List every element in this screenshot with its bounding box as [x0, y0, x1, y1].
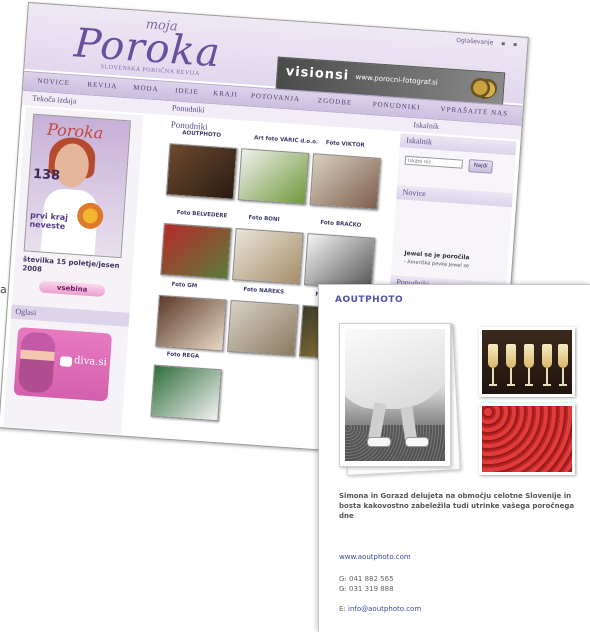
nav-item-revija[interactable]: REVIJA	[87, 80, 118, 90]
provider-name[interactable]: AOUTPHOTO	[182, 130, 221, 139]
banner-brand: visionsi	[285, 64, 350, 84]
provider-name[interactable]: Art foto VARIĆ d.o.o.	[254, 135, 318, 145]
heart-icon	[59, 356, 73, 367]
glass-shape	[524, 344, 534, 388]
glass-shape	[558, 344, 568, 388]
provider-name[interactable]: Foto REGA	[167, 352, 200, 360]
nav-item-vprasajte[interactable]: VPRAŠAJTE NAS	[440, 105, 508, 118]
providers-heading: Ponudniki	[171, 103, 206, 115]
magazine-cover[interactable]: Poroka 138 prvi kraj neveste	[23, 113, 131, 259]
gravel-shape	[345, 425, 445, 461]
email-label: E:	[339, 605, 346, 613]
provider-thumbnail[interactable]	[165, 143, 238, 200]
nav-item-novice[interactable]: NOVICE	[37, 77, 70, 87]
ad-text: diva.si	[73, 355, 108, 369]
provider-thumbnail[interactable]	[237, 148, 310, 205]
provider-description: Simona in Gorazd delujeta na območju cel…	[339, 492, 575, 520]
champagne-glasses-photo[interactable]	[479, 327, 575, 397]
provider-title: AOUTPHOTO	[335, 295, 404, 305]
email-line: E: info@aoutphoto.com	[339, 605, 421, 613]
provider-thumbnail[interactable]	[227, 299, 299, 357]
main-photo[interactable]	[339, 323, 461, 476]
search-button[interactable]: Najdi	[468, 159, 494, 174]
provider-thumbnail[interactable]	[232, 228, 304, 285]
cover-bouquet	[76, 201, 105, 230]
nav-item-kraji[interactable]: KRAJI	[213, 89, 238, 99]
flag-en-icon[interactable]: ▪	[513, 41, 518, 48]
provider-name[interactable]: Foto BONI	[248, 215, 279, 223]
glass-shape	[506, 344, 516, 388]
provider-name[interactable]: Foto GM	[171, 282, 197, 290]
cover-text: prvi kraj neveste	[29, 210, 69, 232]
provider-thumbnail[interactable]	[160, 223, 232, 280]
nav-item-ponudniki[interactable]: PONUDNIKI	[372, 100, 420, 111]
bride-feet-photo	[345, 329, 445, 461]
website-link[interactable]: www.aoutphoto.com	[339, 553, 411, 561]
provider-name[interactable]: Foto BRAČKO	[320, 220, 361, 229]
provider-thumbnail[interactable]	[150, 364, 222, 422]
shoe-shape	[367, 437, 391, 447]
nav-item-zgodbe[interactable]: ZGODBE	[318, 96, 353, 106]
rings-icon	[468, 76, 498, 100]
glass-shape	[542, 344, 552, 388]
diva-ad[interactable]: diva.si	[13, 327, 113, 402]
search-heading: Iskalnik	[413, 120, 440, 131]
cover-number: 138	[32, 166, 61, 184]
provider-name[interactable]: Foto BELVEDERE	[176, 210, 227, 220]
email-link[interactable]: info@aoutphoto.com	[348, 605, 421, 613]
flag-si-icon[interactable]: ▪	[501, 40, 506, 47]
ad-girl-illustration	[17, 331, 56, 394]
strawberries-photo[interactable]	[479, 403, 575, 475]
provider-thumbnail[interactable]	[309, 153, 381, 210]
photo-stack-front	[339, 323, 451, 467]
shoe-shape	[405, 437, 429, 447]
gown-shape	[345, 329, 445, 409]
banner-url: www.porocni-fotograf.si	[355, 73, 439, 87]
provider-thumbnail[interactable]	[155, 294, 227, 352]
phone-2: G: 031 319 888	[339, 585, 394, 593]
provider-detail-card: AOUTPHOTO Simona in Gorazd delujeta na o…	[318, 284, 590, 632]
nav-item-moda[interactable]: MODA	[133, 84, 159, 94]
provider-thumbnail[interactable]	[303, 233, 376, 290]
phone-1: G: 041 882 565	[339, 575, 394, 583]
provider-name[interactable]: Foto VIKTOR	[326, 140, 365, 149]
glass-shape	[488, 344, 498, 388]
nav-item-potovanja[interactable]: POTOVANJA	[251, 92, 301, 103]
current-issue-label: Tekoča izdaja	[31, 93, 77, 106]
side-letter: a	[0, 283, 7, 296]
nav-item-ideje[interactable]: IDEJE	[175, 86, 199, 96]
provider-name[interactable]: Foto NAREKS	[243, 287, 284, 296]
